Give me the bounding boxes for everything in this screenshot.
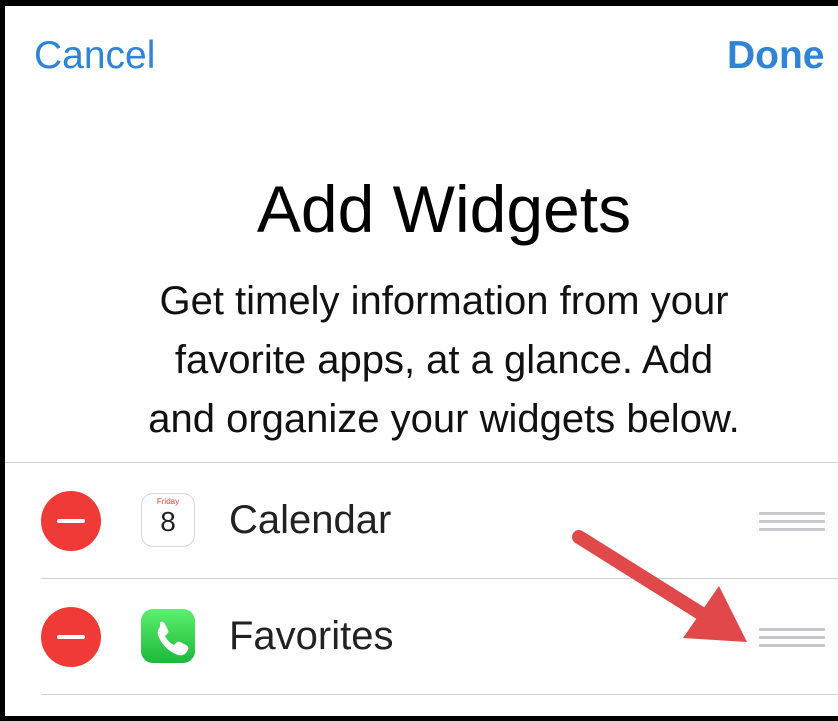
calendar-icon-date: 8: [160, 506, 176, 537]
list-top-divider: [5, 462, 838, 463]
reorder-handle-favorites[interactable]: [759, 626, 825, 650]
description-line: favorite apps, at a glance. Add: [174, 338, 714, 382]
widget-label-calendar: Calendar: [229, 498, 392, 542]
row-divider: [41, 694, 838, 695]
reorder-handle-calendar[interactable]: [759, 510, 825, 534]
cancel-button[interactable]: Cancel: [34, 36, 155, 75]
row-divider: [41, 578, 838, 579]
widget-row-calendar: Friday 8 Calendar: [5, 466, 838, 576]
done-button[interactable]: Done: [727, 36, 825, 75]
widgets-screen: Cancel Done Add Widgets Get timely infor…: [0, 0, 838, 721]
remove-calendar-button[interactable]: [41, 491, 101, 551]
page-title: Add Widgets: [256, 172, 632, 246]
phone-icon: [141, 609, 195, 663]
phone-glyph-icon: [157, 621, 189, 656]
page-description: Get timely information from your favorit…: [5, 272, 838, 449]
remove-favorites-button[interactable]: [41, 607, 101, 667]
widget-label-favorites: Favorites: [229, 614, 394, 658]
calendar-icon-day: Friday: [156, 497, 180, 506]
description-line: and organize your widgets below.: [148, 397, 740, 441]
calendar-icon: Friday 8: [141, 493, 195, 547]
description-line: Get timely information from your: [159, 279, 729, 323]
widget-row-favorites: Favorites: [5, 582, 838, 692]
